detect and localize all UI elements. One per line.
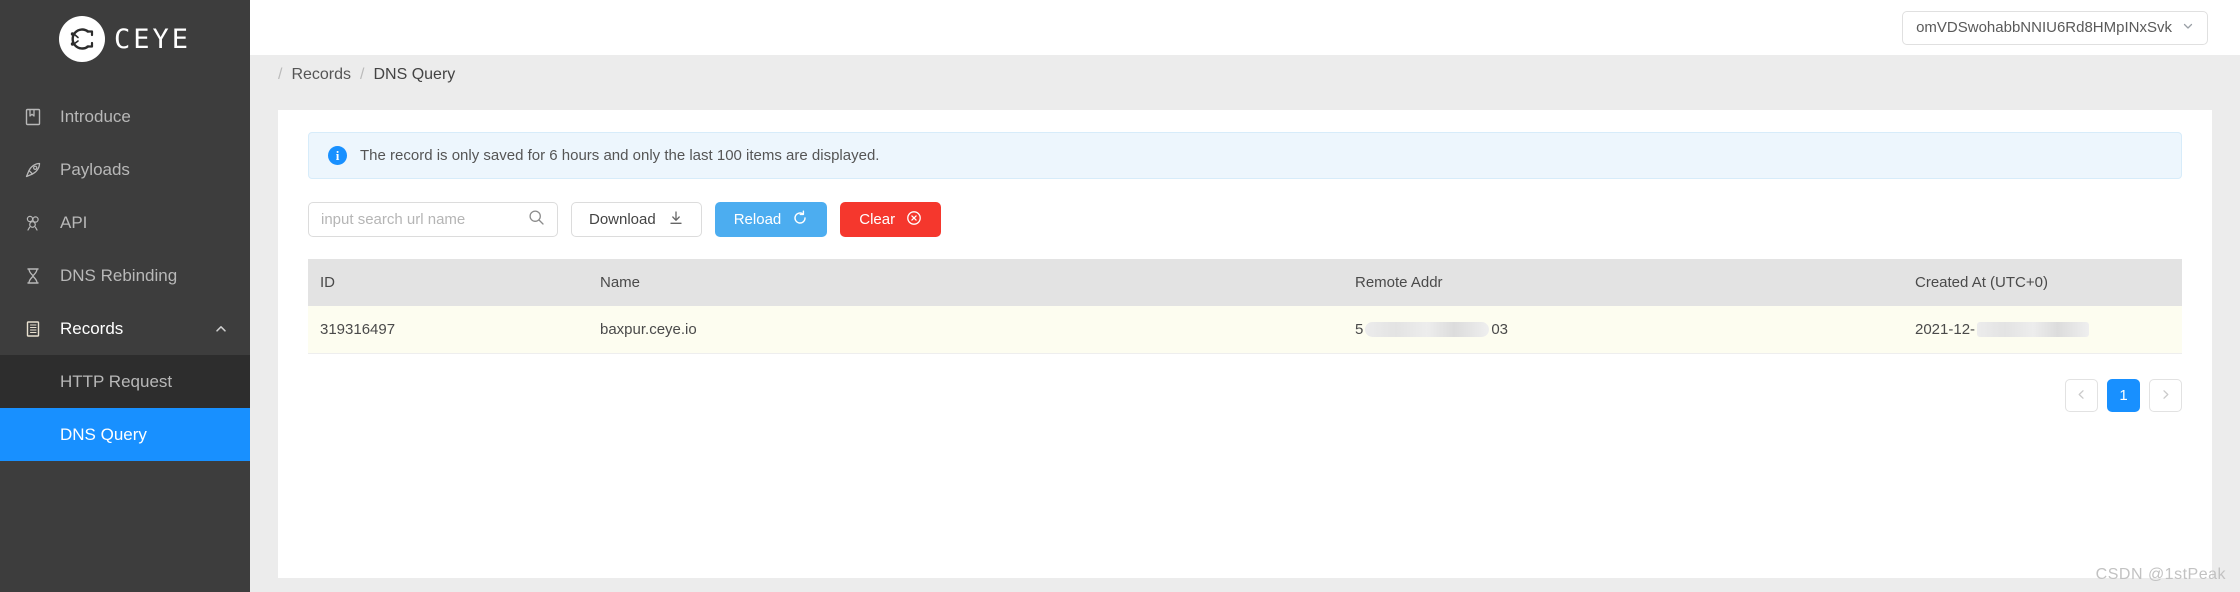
table-header-row: ID Name Remote Addr Created At (UTC+0) <box>308 259 2182 306</box>
pagination-next-button[interactable] <box>2149 378 2182 412</box>
table-header: ID Name Remote Addr Created At (UTC+0) <box>308 259 2182 306</box>
pagination-page-1[interactable]: 1 <box>2107 378 2140 412</box>
table-row[interactable]: 319316497 baxpur.ceye.io 5 03 2021-12- <box>308 306 2182 354</box>
app-root: CEYE Introduce Payloads API DNS Rebindin… <box>0 0 2240 592</box>
breadcrumb-separator: / <box>360 65 365 83</box>
sidebar-subitem-label: DNS Query <box>60 424 147 444</box>
records-list-icon <box>22 318 44 340</box>
cell-remote-addr: 5 03 <box>1343 306 1903 354</box>
breadcrumb: / Records / DNS Query <box>250 55 2240 94</box>
main-area: omVDSwohabbNNIU6Rd8HMpINxSvk / Records /… <box>250 0 2240 592</box>
brand-logo[interactable]: CEYE <box>0 0 250 78</box>
breadcrumb-item-current: DNS Query <box>373 65 456 83</box>
account-select-value: omVDSwohabbNNIU6Rd8HMpINxSvk <box>1916 19 2172 36</box>
sidebar-subitem-label: HTTP Request <box>60 371 173 391</box>
sidebar-item-dns-rebinding[interactable]: DNS Rebinding <box>0 249 250 302</box>
sidebar-item-http-request[interactable]: HTTP Request <box>0 355 250 408</box>
created-at-prefix: 2021-12- <box>1915 320 1976 338</box>
pagination: 1 <box>308 378 2182 412</box>
sidebar-submenu-records: HTTP Request DNS Query <box>0 355 250 461</box>
ceye-circuit-logo-icon <box>58 16 105 62</box>
rocket-icon <box>22 159 44 181</box>
clear-button[interactable]: Clear <box>840 202 942 237</box>
info-circle-icon: i <box>328 146 347 165</box>
redaction-block <box>1365 322 1490 338</box>
column-header-name: Name <box>588 259 1343 306</box>
pagination-prev-button[interactable] <box>2065 378 2098 412</box>
info-alert: i The record is only saved for 6 hours a… <box>308 132 2182 179</box>
topbar: omVDSwohabbNNIU6Rd8HMpINxSvk <box>250 0 2240 55</box>
sidebar-item-label: DNS Rebinding <box>60 265 178 285</box>
download-icon <box>668 210 684 230</box>
records-table: ID Name Remote Addr Created At (UTC+0) 3… <box>308 259 2182 354</box>
column-header-id: ID <box>308 259 588 306</box>
chevron-down-icon <box>2182 20 2194 35</box>
chevron-left-icon <box>2076 387 2087 404</box>
remote-addr-suffix: 03 <box>1491 320 1509 338</box>
sidebar-item-label: Records <box>60 318 124 338</box>
download-button[interactable]: Download <box>571 202 702 237</box>
cell-created-at: 2021-12- <box>1903 306 2182 354</box>
reload-button[interactable]: Reload <box>714 202 828 237</box>
hourglass-icon <box>22 265 44 287</box>
content-wrapper: i The record is only saved for 6 hours a… <box>250 94 2240 592</box>
redaction-block <box>1977 322 2090 338</box>
toolbar: Download Reload <box>308 202 2182 237</box>
sidebar-item-label: API <box>60 212 88 232</box>
search-icon[interactable] <box>528 209 545 231</box>
column-header-created-at: Created At (UTC+0) <box>1903 259 2182 306</box>
content-card: i The record is only saved for 6 hours a… <box>278 110 2212 578</box>
breadcrumb-separator: / <box>278 65 283 83</box>
reload-button-label: Reload <box>733 211 782 228</box>
download-button-label: Download <box>589 211 656 228</box>
clear-button-label: Clear <box>859 211 896 228</box>
remote-addr-prefix: 5 <box>1355 320 1364 338</box>
chevron-up-icon[interactable] <box>214 322 228 336</box>
sidebar-item-payloads[interactable]: Payloads <box>0 143 250 196</box>
info-alert-text: The record is only saved for 6 hours and… <box>360 147 880 164</box>
sidebar: CEYE Introduce Payloads API DNS Rebindin… <box>0 0 250 592</box>
account-select[interactable]: omVDSwohabbNNIU6Rd8HMpINxSvk <box>1902 10 2208 45</box>
sidebar-item-records[interactable]: Records <box>0 302 250 355</box>
breadcrumb-item-records[interactable]: Records <box>291 66 351 84</box>
search-input[interactable] <box>321 211 528 228</box>
close-circle-icon <box>906 210 922 230</box>
brand-name: CEYE <box>113 23 192 55</box>
sidebar-item-api[interactable]: API <box>0 196 250 249</box>
sidebar-item-label: Introduce <box>60 106 131 126</box>
sidebar-item-introduce[interactable]: Introduce <box>0 90 250 143</box>
cell-name: baxpur.ceye.io <box>588 306 1343 354</box>
table-body: 319316497 baxpur.ceye.io 5 03 2021-12- <box>308 306 2182 354</box>
cell-id: 319316497 <box>308 306 588 354</box>
sidebar-item-label: Payloads <box>60 159 130 179</box>
refresh-icon <box>792 210 808 230</box>
api-cluster-icon <box>22 212 44 234</box>
search-box[interactable] <box>308 202 558 237</box>
sidebar-item-dns-query[interactable]: DNS Query <box>0 408 250 461</box>
watermark: CSDN @1stPeak <box>2095 566 2226 583</box>
column-header-remote-addr: Remote Addr <box>1343 259 1903 306</box>
chevron-right-icon <box>2160 387 2171 404</box>
sidebar-nav: Introduce Payloads API DNS Rebinding Rec… <box>0 90 250 461</box>
book-icon <box>22 106 44 128</box>
